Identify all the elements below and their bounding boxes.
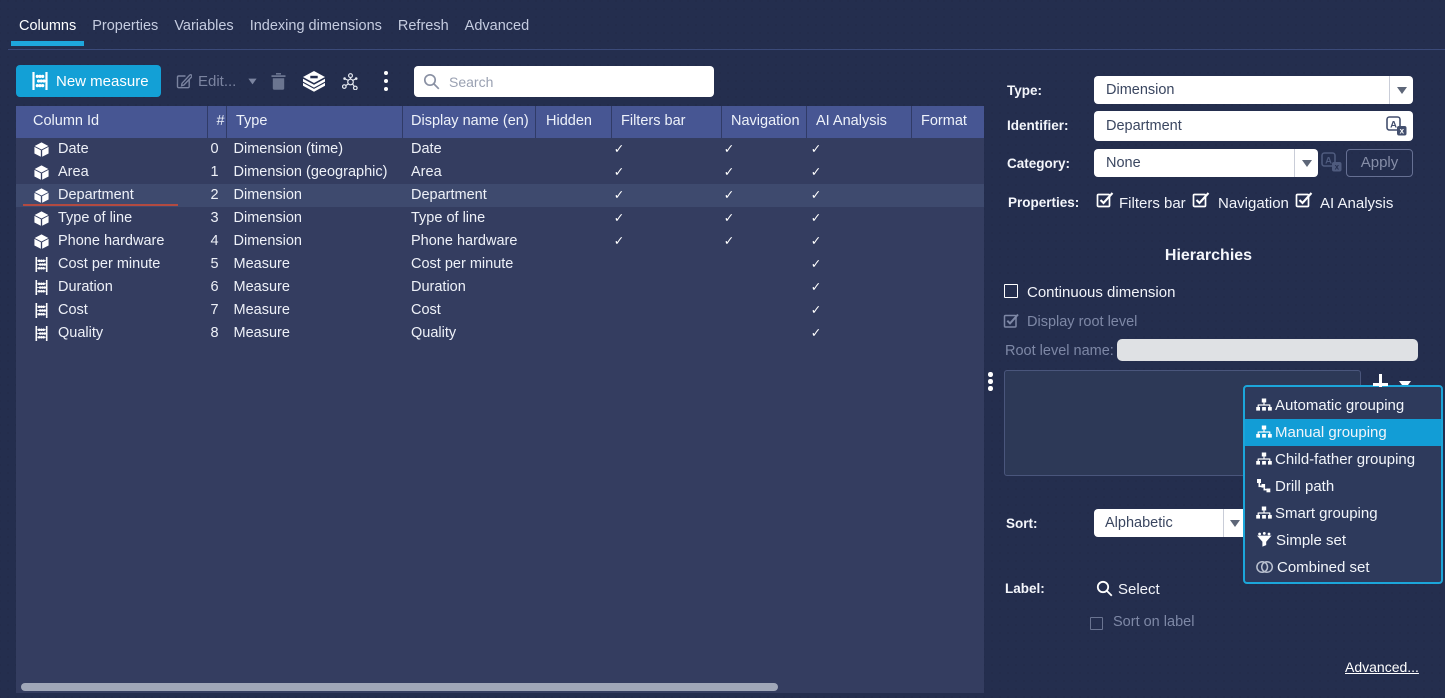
svg-text:A: A: [1325, 156, 1332, 167]
svg-text:A: A: [1390, 120, 1397, 131]
svg-text:x: x: [1400, 126, 1405, 135]
svg-text:x: x: [1335, 162, 1340, 171]
